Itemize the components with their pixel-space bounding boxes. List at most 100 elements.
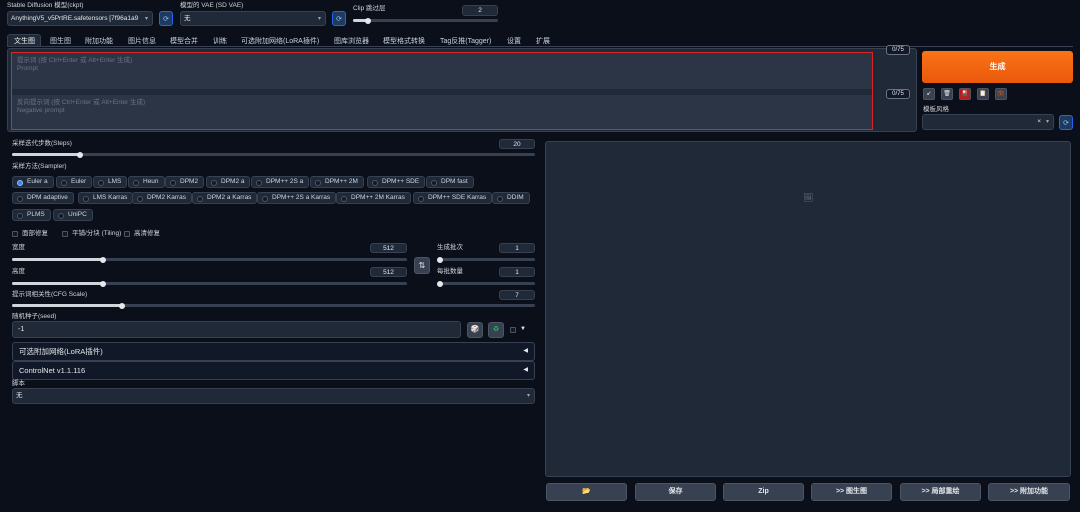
tab-tagger[interactable]: Tag反推(Tagger) [440,37,491,46]
slider-thumb[interactable] [99,280,106,287]
tab-txt2img[interactable]: 文生图 [14,37,35,46]
seed-input[interactable]: -1 [12,321,461,338]
read-params-button[interactable]: ↙ [923,88,935,100]
collapse-arrow-icon: ◀ [523,367,528,373]
slider-thumb[interactable] [118,302,125,309]
tab-png-info[interactable]: 图片信息 [128,37,156,46]
radio-icon [58,212,64,219]
radio-icon [98,179,104,186]
height-input[interactable]: 512 [370,267,407,277]
vae-select[interactable]: 无 ▾ [180,11,326,26]
sampler-option[interactable]: LMS Karras [78,192,134,204]
open-folder-button[interactable]: 📂 [546,483,627,501]
refresh-icon: ⟳ [336,15,342,23]
radio-icon [197,195,203,202]
prompt-input[interactable]: 提示词 (按 Ctrl+Enter 或 Alt+Enter 生成) Prompt [12,53,872,89]
extra-networks-button[interactable]: 🎴 [959,88,971,100]
width-input[interactable]: 512 [370,243,407,253]
swap-dimensions-button[interactable]: ⇅ [414,257,430,274]
slider-thumb[interactable] [364,17,371,24]
controlnet-accordion[interactable]: ControlNet v1.1.116 ◀ [12,361,535,380]
refresh-styles-button[interactable]: ⟳ [1059,115,1073,130]
cfg-input[interactable]: 7 [499,290,535,300]
prompt-token-counter: 0/75 [886,45,910,55]
sampler-option[interactable]: DPM++ SDE Karras [413,192,493,204]
sampler-option[interactable]: DPM adaptive [12,192,74,204]
sampler-option[interactable]: DPM2 [165,176,205,188]
radio-icon [315,179,321,186]
batch-count-slider[interactable] [437,256,535,263]
sampler-option[interactable]: DPM2 a [206,176,251,188]
send-to-inpaint-button[interactable]: >> 局部重绘 [900,483,981,501]
sampler-option[interactable]: Euler a [12,176,54,188]
steps-input[interactable]: 20 [499,139,535,149]
styles-select[interactable]: × ▾ [922,114,1054,130]
model-value: AnythingV5_v5PrtRE.safetensors [7f96a1a9 [11,15,139,22]
clear-icon[interactable]: × [1037,115,1041,129]
slider-thumb[interactable] [76,151,83,158]
slider-thumb[interactable] [99,256,106,263]
sampler-option[interactable]: DPM++ SDE [367,176,426,188]
generate-button[interactable]: 生成 [922,51,1073,83]
tab-train[interactable]: 训练 [213,37,227,46]
negative-placeholder-1: 反向提示词 (按 Ctrl+Enter 或 Alt+Enter 生成) [17,99,146,106]
refresh-icon: ⟳ [163,15,169,23]
clear-prompt-button[interactable]: 🗑 [941,88,953,100]
sampler-option[interactable]: DPM++ 2S a [251,176,310,188]
save-style-button[interactable]: 💼 [995,88,1007,100]
apply-style-button[interactable]: 📋 [977,88,989,100]
clip-skip-input[interactable]: 2 [462,5,498,16]
sampler-option[interactable]: DPM fast [426,176,474,188]
arrow-icon: ↙ [926,91,932,97]
sampler-option[interactable]: DPM++ 2M Karras [336,192,411,204]
slider-thumb[interactable] [437,256,443,263]
sampler-option[interactable]: DDIM [492,192,530,204]
sampler-option[interactable]: DPM2 a Karras [192,192,258,204]
hires-fix-checkbox[interactable] [124,231,130,237]
sampler-option[interactable]: PLMS [12,209,51,221]
batch-count-input[interactable]: 1 [499,243,535,253]
tab-additional-networks[interactable]: 可选附加网络(LoRA插件) [241,37,319,46]
sampler-option[interactable]: DPM2 Karras [132,192,193,204]
sampler-option[interactable]: DPM++ 2S a Karras [257,192,337,204]
width-slider[interactable] [12,256,407,263]
cfg-slider[interactable] [12,302,535,309]
zip-button[interactable]: Zip [723,483,804,501]
negative-prompt-input[interactable]: 反向提示词 (按 Ctrl+Enter 或 Alt+Enter 生成) Nega… [12,95,872,129]
additional-networks-accordion[interactable]: 可选附加网络(LoRA插件) ◀ [12,342,535,361]
save-button[interactable]: 保存 [635,483,716,501]
tab-extensions[interactable]: 扩展 [536,37,550,46]
restore-faces-checkbox[interactable] [12,231,18,237]
prompt-placeholder-1: 提示词 (按 Ctrl+Enter 或 Alt+Enter 生成) [17,57,133,64]
sampler-option[interactable]: UniPC [53,209,93,221]
reuse-seed-button[interactable]: ♻ [488,322,504,338]
sampler-option[interactable]: Euler [56,176,93,188]
tab-extras[interactable]: 附加功能 [85,37,113,46]
clip-skip-slider[interactable] [353,17,498,24]
tab-checkpoint-merger[interactable]: 模型合并 [170,37,198,46]
steps-slider[interactable] [12,151,535,158]
radio-icon [17,195,23,202]
script-select[interactable]: 无 ▾ [12,388,535,404]
model-select[interactable]: AnythingV5_v5PrtRE.safetensors [7f96a1a9… [7,11,153,26]
recycle-icon: ♻ [492,326,500,333]
tab-img2img[interactable]: 图生图 [50,37,71,46]
tab-settings[interactable]: 设置 [507,37,521,46]
send-to-img2img-button[interactable]: >> 图生图 [811,483,892,501]
send-to-extras-button[interactable]: >> 附加功能 [988,483,1070,501]
tiling-checkbox[interactable] [62,231,68,237]
sampler-label: 采样方法(Sampler) [12,163,67,170]
batch-size-input[interactable]: 1 [499,267,535,277]
random-seed-button[interactable]: 🎲 [467,322,483,338]
refresh-model-button[interactable]: ⟳ [159,11,173,26]
extra-seed-checkbox[interactable] [510,327,516,333]
sampler-option[interactable]: LMS [93,176,128,188]
sampler-option[interactable]: DPM++ 2M [310,176,364,188]
refresh-vae-button[interactable]: ⟳ [332,11,346,26]
batch-size-slider[interactable] [437,280,535,287]
sampler-option[interactable]: Heun [128,176,165,188]
tab-model-converter[interactable]: 模型格式转换 [383,37,425,46]
tab-image-browser[interactable]: 图库浏览器 [334,37,369,46]
slider-thumb[interactable] [437,280,443,287]
height-slider[interactable] [12,280,407,287]
